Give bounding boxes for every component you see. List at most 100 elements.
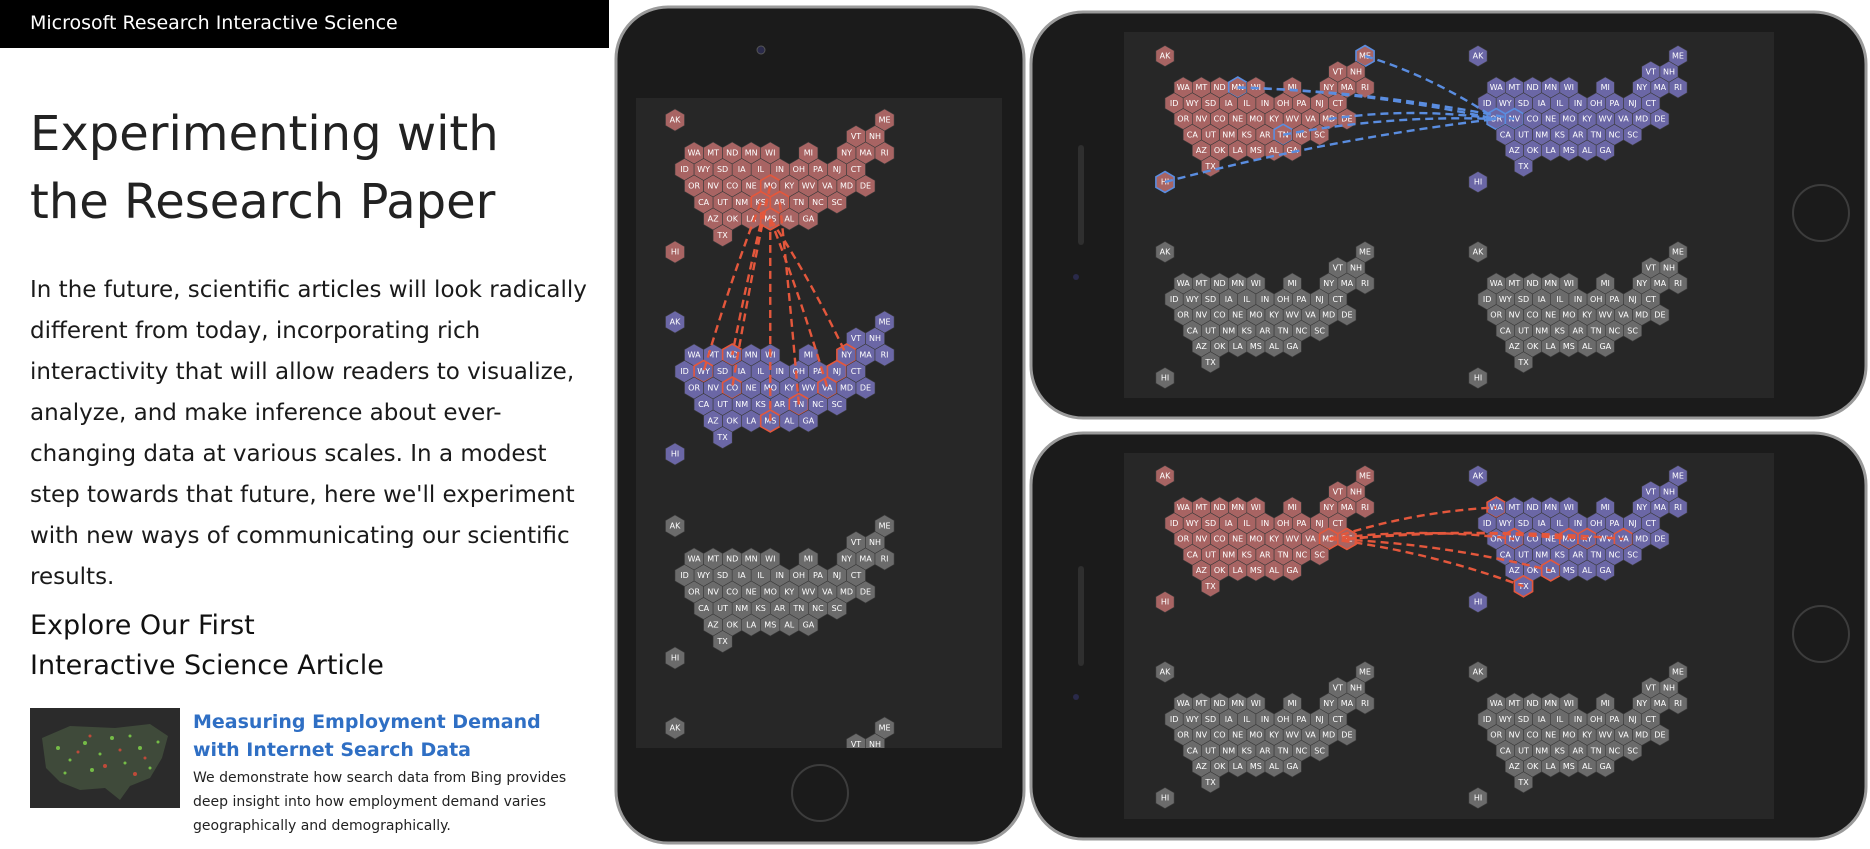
state-label: CO — [1214, 535, 1226, 544]
state-label: ME — [879, 318, 891, 327]
state-label: RI — [1674, 279, 1682, 288]
state-label: WI — [1251, 699, 1261, 708]
state-label: MD — [840, 182, 853, 191]
state-label: WV — [802, 182, 816, 191]
state-label: PA — [1610, 715, 1620, 724]
state-label: PA — [813, 165, 823, 174]
state-label: WV — [1286, 311, 1300, 320]
state-label: IL — [1243, 519, 1250, 528]
state-label: VT — [1646, 683, 1656, 692]
state-label: NJ — [1628, 295, 1636, 304]
state-label: OR — [1490, 731, 1502, 740]
state-label: WY — [697, 165, 710, 174]
state-label: NE — [1232, 311, 1243, 320]
state-label: KY — [784, 182, 794, 191]
state-label: UT — [717, 400, 728, 409]
state-label: MA — [1654, 83, 1667, 92]
state-label: WY — [697, 571, 710, 580]
state-label: UT — [1205, 130, 1216, 139]
state-label: IA — [738, 571, 746, 580]
state-label: GA — [1286, 762, 1298, 771]
state-label: AZ — [1196, 342, 1207, 351]
state-label: LA — [746, 621, 757, 630]
state-label: WY — [1499, 519, 1512, 528]
state-label: TN — [1277, 326, 1289, 335]
state-label: SD — [1205, 295, 1216, 304]
state-label: IL — [1243, 715, 1250, 724]
state-label: LA — [1233, 342, 1244, 351]
state-label: OH — [1277, 99, 1289, 108]
state-label: IL — [1556, 519, 1563, 528]
state-label: IN — [1261, 295, 1269, 304]
state-label: HI — [1474, 794, 1482, 803]
state-label: MI — [1601, 83, 1610, 92]
state-label: AR — [1259, 130, 1270, 139]
state-label: RI — [1361, 699, 1369, 708]
state-label: CO — [1527, 731, 1539, 740]
state-label: PA — [1297, 99, 1307, 108]
state-label: ME — [1359, 472, 1371, 481]
state-label: AZ — [1196, 762, 1207, 771]
state-label: MT — [1196, 83, 1208, 92]
state-label: KS — [1242, 746, 1252, 755]
state-label: CA — [1187, 550, 1199, 559]
state-label: GA — [1286, 566, 1298, 575]
state-label: NC — [812, 604, 824, 613]
state-label: AZ — [1196, 566, 1207, 575]
state-label: IN — [776, 571, 784, 580]
state-label: MO — [1562, 115, 1575, 124]
state-label: SD — [1518, 715, 1529, 724]
state-label: VA — [1618, 115, 1629, 124]
state-label: NY — [1323, 83, 1334, 92]
state-label: WA — [1177, 83, 1190, 92]
state-label: MT — [1196, 699, 1208, 708]
state-label: MS — [1563, 762, 1575, 771]
state-label: VT — [1646, 263, 1656, 272]
state-label: VT — [851, 538, 861, 547]
state-label: UT — [1205, 326, 1216, 335]
state-label: AR — [1259, 550, 1270, 559]
state-label: OH — [1590, 519, 1602, 528]
state-label: WI — [1564, 279, 1574, 288]
state-label: MO — [1562, 731, 1575, 740]
state-label: CT — [1333, 715, 1344, 724]
state-label: MN — [1544, 83, 1557, 92]
state-label: VA — [1618, 731, 1629, 740]
state-label: SC — [1627, 550, 1638, 559]
state-label: OK — [1527, 146, 1539, 155]
state-label: NM — [1222, 326, 1235, 335]
state-label: VT — [851, 740, 861, 749]
state-label: NV — [1196, 115, 1208, 124]
state-label: MS — [1250, 146, 1262, 155]
state-label: AR — [1572, 130, 1583, 139]
state-label: WA — [1490, 503, 1503, 512]
state-label: MN — [745, 351, 758, 360]
state-label: KS — [756, 604, 766, 613]
state-label: IL — [757, 165, 764, 174]
state-label: NC — [1296, 550, 1308, 559]
state-label: LA — [1546, 146, 1557, 155]
state-label: NV — [1509, 311, 1521, 320]
state-label: MD — [1322, 731, 1335, 740]
state-label: MS — [1250, 762, 1262, 771]
state-label: AL — [1269, 566, 1279, 575]
state-label: NE — [1232, 535, 1243, 544]
state-label: TN — [1590, 746, 1602, 755]
state-label: MA — [1654, 279, 1667, 288]
state-label: AL — [1269, 146, 1279, 155]
state-label: IL — [1556, 295, 1563, 304]
state-label: WV — [1599, 731, 1613, 740]
state-label: IA — [738, 367, 746, 376]
state-label: ME — [879, 116, 891, 125]
state-label: LA — [1546, 762, 1557, 771]
state-label: NC — [1609, 550, 1621, 559]
state-label: UT — [1518, 130, 1529, 139]
state-label: CT — [1333, 99, 1344, 108]
state-label: VA — [1305, 311, 1316, 320]
state-label: HI — [671, 248, 679, 257]
state-label: KS — [756, 400, 766, 409]
state-label: OH — [1277, 715, 1289, 724]
state-label: NY — [1323, 503, 1334, 512]
state-label: NH — [1663, 263, 1675, 272]
state-label: ID — [1483, 519, 1492, 528]
